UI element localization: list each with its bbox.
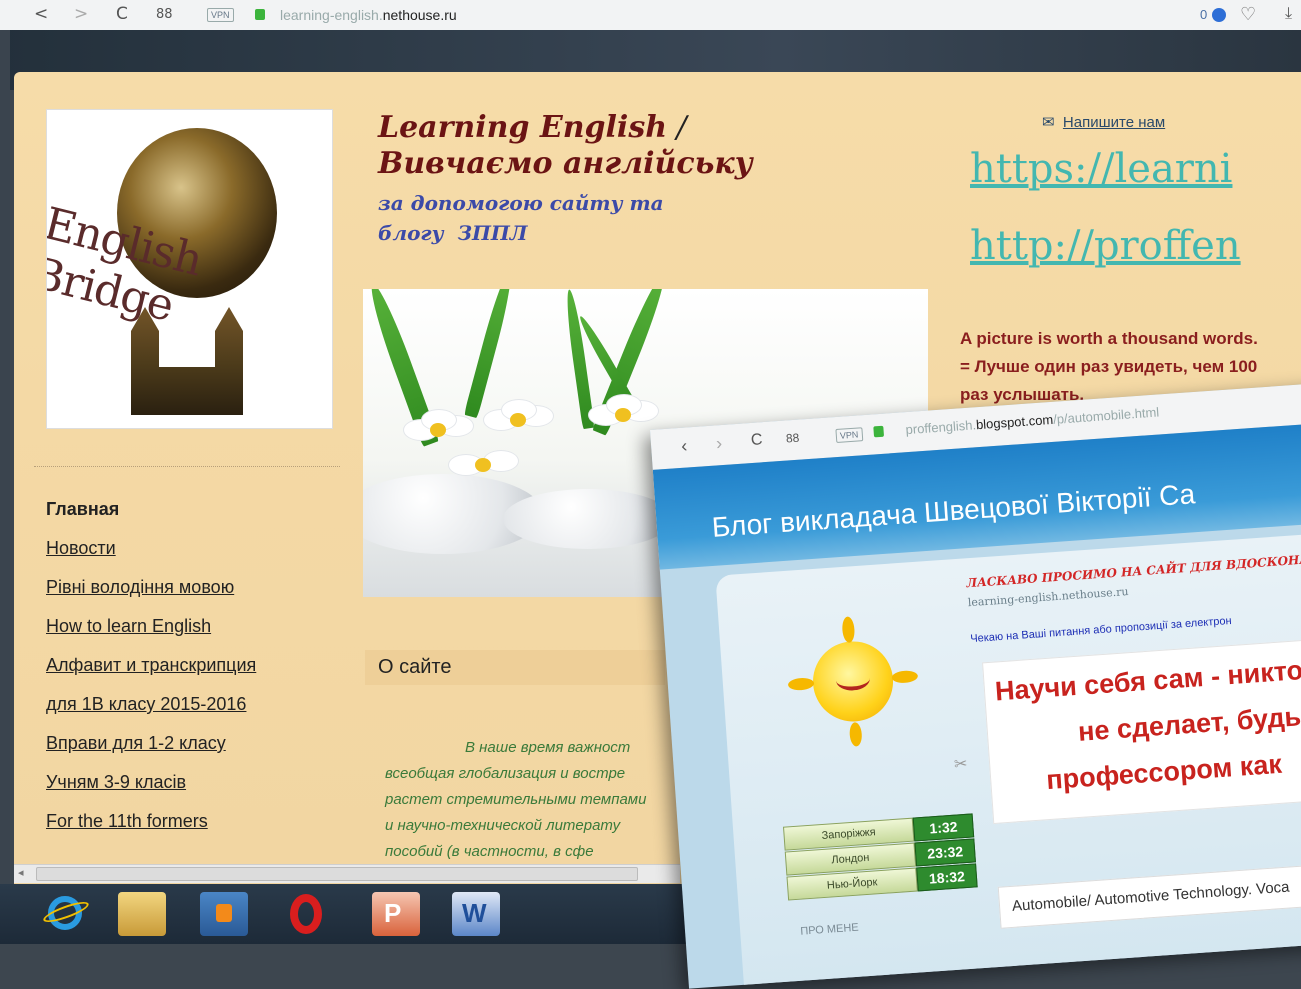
download-icon[interactable]: ⤓: [1285, 5, 1292, 23]
about-title: О сайте: [378, 656, 452, 678]
adblock-counter[interactable]: 0: [1200, 7, 1207, 22]
contact-link[interactable]: ✉ Напишите нам: [1042, 113, 1165, 131]
menu-item-alphabet[interactable]: Алфавит и транскрипция: [46, 654, 346, 676]
sun-icon: [784, 612, 923, 751]
url-bar[interactable]: learning-english.nethouse.ru: [280, 7, 457, 23]
motivational-poster: Научи себя сам - никто не сделает, будь …: [982, 635, 1301, 825]
word-icon[interactable]: W: [452, 892, 500, 936]
blog-reload-button[interactable]: C: [750, 431, 763, 450]
menu-item-1b-class[interactable]: для 1В класу 2015-2016: [46, 693, 346, 715]
scrollbar-thumb[interactable]: [36, 867, 638, 881]
menu-item-exercises[interactable]: Вправи для 1-2 класу: [46, 732, 346, 754]
taskbar: P W: [0, 884, 690, 944]
blog-vpn-badge[interactable]: VPN: [835, 427, 863, 444]
menu-item-how-to-learn[interactable]: How to learn English: [46, 615, 346, 637]
blog-url-bar[interactable]: proffenglish.blogspot.com/p/automobile.h…: [905, 404, 1160, 437]
heart-icon[interactable]: ♡: [1240, 4, 1256, 25]
site-subtitle: за допомогою сайту та блогу ЗППЛ: [378, 191, 664, 245]
speed-dial-icon[interactable]: 88: [156, 7, 173, 22]
blog-lock-icon: [873, 425, 885, 438]
menu-item-home[interactable]: Главная: [46, 498, 346, 520]
divider: [34, 466, 340, 467]
sidebar-menu: Главная Новости Рівні володіння мовою Ho…: [46, 498, 346, 849]
window-edge: [0, 30, 10, 890]
explorer-icon[interactable]: [118, 892, 166, 936]
about-text: В наше время важност всеобщая глобализац…: [385, 739, 647, 860]
quote-english: A picture is worth a thousand words.: [960, 329, 1258, 348]
forward-button[interactable]: >: [74, 4, 88, 24]
blog-forward-button[interactable]: ›: [715, 433, 722, 454]
site-logo[interactable]: English Bridge: [46, 109, 333, 429]
reload-button[interactable]: C: [116, 4, 128, 24]
powerpoint-icon[interactable]: P: [372, 892, 420, 936]
blog-screenshot-overlay: ‹ › C 88 VPN proffenglish.blogspot.com/p…: [650, 381, 1301, 989]
mail-icon: ✉: [1042, 114, 1055, 131]
browser-toolbar: < > C 88 VPN learning-english.nethouse.r…: [0, 0, 1301, 31]
media-player-icon[interactable]: [200, 892, 248, 936]
ie-icon[interactable]: [40, 892, 91, 936]
site-title: Learning English / Вивчаємо англійську: [378, 110, 753, 181]
adblock-icon[interactable]: [1212, 8, 1226, 22]
menu-item-11th-formers[interactable]: For the 11th formers: [46, 810, 346, 832]
menu-item-levels[interactable]: Рівні володіння мовою: [46, 576, 346, 598]
horizontal-scrollbar[interactable]: ◂: [14, 864, 680, 883]
menu-item-students[interactable]: Учням 3-9 класів: [46, 771, 346, 793]
blog-back-button[interactable]: ‹: [680, 435, 687, 456]
opera-icon[interactable]: [282, 892, 330, 936]
scissors-icon: ✂: [953, 755, 969, 774]
external-link-learning[interactable]: https://learni: [970, 146, 1232, 192]
vpn-badge[interactable]: VPN: [207, 8, 234, 22]
back-button[interactable]: <: [34, 4, 48, 24]
blog-speed-dial-icon[interactable]: 88: [785, 431, 799, 446]
blog-link[interactable]: блогу: [378, 221, 444, 245]
lock-icon: [255, 9, 265, 20]
menu-item-news[interactable]: Новости: [46, 537, 346, 559]
external-link-proffen[interactable]: http://proffen: [970, 223, 1241, 269]
zppl-link[interactable]: ЗППЛ: [458, 221, 528, 245]
scroll-left-arrow-icon[interactable]: ◂: [18, 866, 24, 879]
